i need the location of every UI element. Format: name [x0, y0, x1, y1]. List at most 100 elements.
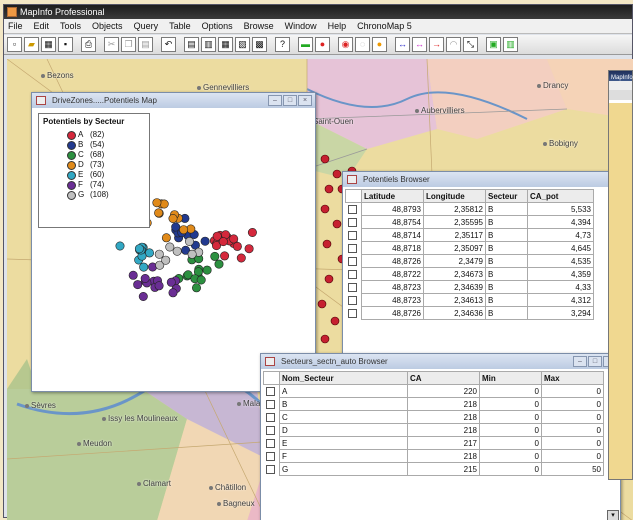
- row-select-cell[interactable]: [345, 254, 362, 268]
- table-cell[interactable]: 48,8726: [361, 254, 424, 268]
- column-header[interactable]: Latitude: [361, 189, 424, 203]
- table-cell[interactable]: B: [485, 306, 528, 320]
- table-cell[interactable]: B: [485, 215, 528, 229]
- table-row[interactable]: B 218 0 0: [263, 397, 604, 411]
- row-select-cell[interactable]: [263, 423, 280, 437]
- menu-chronomap-5[interactable]: ChronoMap 5: [357, 21, 412, 31]
- row-checkbox[interactable]: [347, 269, 357, 279]
- table-cell[interactable]: A: [279, 384, 408, 398]
- table-row[interactable]: 48,8723 2,34639 B 4,33: [345, 280, 594, 294]
- row-checkbox[interactable]: [347, 308, 357, 318]
- map-window-canvas[interactable]: Potentiels by Secteur A (82) B (54) C (68) D (7…: [34, 110, 313, 389]
- table-cell[interactable]: G: [279, 462, 408, 476]
- table-cell[interactable]: 0: [479, 449, 542, 463]
- second-window-titlebar[interactable]: MapInfo: [609, 71, 633, 81]
- second-window-toolbar[interactable]: [609, 90, 632, 100]
- table-cell[interactable]: 48,8793: [361, 202, 424, 216]
- table-row[interactable]: 48,8793 2,35812 B 5,533: [345, 202, 594, 216]
- row-select-cell[interactable]: [345, 241, 362, 255]
- scroll-down-button[interactable]: ▾: [607, 510, 619, 520]
- column-header[interactable]: Max: [541, 371, 604, 385]
- row-checkbox[interactable]: [265, 399, 275, 409]
- table-cell[interactable]: 0: [541, 423, 604, 437]
- copy-icon[interactable]: ❐: [121, 37, 136, 52]
- minimize-button[interactable]: –: [268, 95, 282, 106]
- target-icon[interactable]: ◉: [338, 37, 353, 52]
- row-checkbox[interactable]: [347, 256, 357, 266]
- table-cell[interactable]: 218: [407, 397, 480, 411]
- secteurs-browser-titlebar[interactable]: Secteurs_sectn_auto Browser – □ ×: [261, 354, 620, 369]
- table-row[interactable]: 48,8726 2,34636 B 3,294: [345, 306, 594, 320]
- table-cell[interactable]: B: [485, 293, 528, 307]
- row-checkbox[interactable]: [347, 230, 357, 240]
- table-cell[interactable]: B: [485, 254, 528, 268]
- menu-options[interactable]: Options: [202, 21, 233, 31]
- route-icon[interactable]: ↔: [395, 37, 410, 52]
- row-select-cell[interactable]: [345, 215, 362, 229]
- table-cell[interactable]: 0: [479, 397, 542, 411]
- table-cell[interactable]: 2,35812: [423, 202, 486, 216]
- table-row[interactable]: D 218 0 0: [263, 423, 604, 437]
- table-cell[interactable]: F: [279, 449, 408, 463]
- table-cell[interactable]: 0: [479, 436, 542, 450]
- table-icon[interactable]: ▦: [41, 37, 56, 52]
- table-cell[interactable]: 217: [407, 436, 480, 450]
- potentiels-browser-window[interactable]: Potentiels Browser Latitude Longitude Sect…: [342, 171, 612, 361]
- table-row[interactable]: 48,8723 2,34613 B 4,312: [345, 293, 594, 307]
- new-redistrict-icon[interactable]: ▩: [252, 37, 267, 52]
- row-checkbox[interactable]: [347, 282, 357, 292]
- table-cell[interactable]: 3,294: [527, 306, 594, 320]
- arrow-right-icon[interactable]: →: [429, 37, 444, 52]
- close-button[interactable]: ×: [298, 95, 312, 106]
- row-checkbox[interactable]: [347, 217, 357, 227]
- table-cell[interactable]: 0: [541, 449, 604, 463]
- column-header[interactable]: Min: [479, 371, 542, 385]
- table-cell[interactable]: B: [485, 280, 528, 294]
- print-icon[interactable]: ⎙: [81, 37, 96, 52]
- menu-objects[interactable]: Objects: [92, 21, 123, 31]
- table-cell[interactable]: B: [279, 397, 408, 411]
- table-cell[interactable]: 2,34673: [423, 267, 486, 281]
- table-cell[interactable]: 48,8718: [361, 241, 424, 255]
- table-cell[interactable]: B: [485, 228, 528, 242]
- marker-icon[interactable]: ●: [372, 37, 387, 52]
- table-cell[interactable]: 4,535: [527, 254, 594, 268]
- table-row[interactable]: F 218 0 0: [263, 449, 604, 463]
- help-pointer-icon[interactable]: ?: [275, 37, 290, 52]
- isochrone-icon[interactable]: ◠: [446, 37, 461, 52]
- table-cell[interactable]: 48,8714: [361, 228, 424, 242]
- row-checkbox[interactable]: [347, 295, 357, 305]
- table-cell[interactable]: 0: [541, 384, 604, 398]
- column-header[interactable]: Longitude: [423, 189, 486, 203]
- export-icon[interactable]: ▣: [486, 37, 501, 52]
- column-header[interactable]: Nom_Secteur: [279, 371, 408, 385]
- second-window-map[interactable]: [609, 103, 632, 479]
- potentiels-grid[interactable]: Latitude Longitude Secteur CA_pot 48,8793 2,3…: [345, 189, 611, 360]
- second-mapinfo-window[interactable]: MapInfo: [608, 70, 633, 480]
- report-icon[interactable]: ▥: [503, 37, 518, 52]
- cut-icon[interactable]: ✂: [104, 37, 119, 52]
- table-cell[interactable]: 4,645: [527, 241, 594, 255]
- table-cell[interactable]: 0: [541, 397, 604, 411]
- column-header[interactable]: Secteur: [485, 189, 528, 203]
- row-select-cell[interactable]: [263, 410, 280, 424]
- row-select-cell[interactable]: [345, 202, 362, 216]
- route-points-icon[interactable]: ↔: [412, 37, 427, 52]
- table-row[interactable]: 48,8722 2,34673 B 4,359: [345, 267, 594, 281]
- table-cell[interactable]: 2,3479: [423, 254, 486, 268]
- table-cell[interactable]: 218: [407, 423, 480, 437]
- table-row[interactable]: E 217 0 0: [263, 436, 604, 450]
- distance-icon[interactable]: ⤡: [463, 37, 478, 52]
- table-cell[interactable]: D: [279, 423, 408, 437]
- row-select-cell[interactable]: [345, 306, 362, 320]
- potentiels-map-window[interactable]: DriveZones.....Potentiels Map – □ × Pote…: [31, 92, 316, 392]
- table-cell[interactable]: 218: [407, 410, 480, 424]
- row-checkbox[interactable]: [265, 464, 275, 474]
- maximize-button[interactable]: □: [588, 356, 602, 367]
- stop-icon[interactable]: ●: [315, 37, 330, 52]
- table-cell[interactable]: 218: [407, 449, 480, 463]
- table-row[interactable]: C 218 0 0: [263, 410, 604, 424]
- row-checkbox[interactable]: [265, 412, 275, 422]
- new-icon[interactable]: ▫: [7, 37, 22, 52]
- table-cell[interactable]: 4,394: [527, 215, 594, 229]
